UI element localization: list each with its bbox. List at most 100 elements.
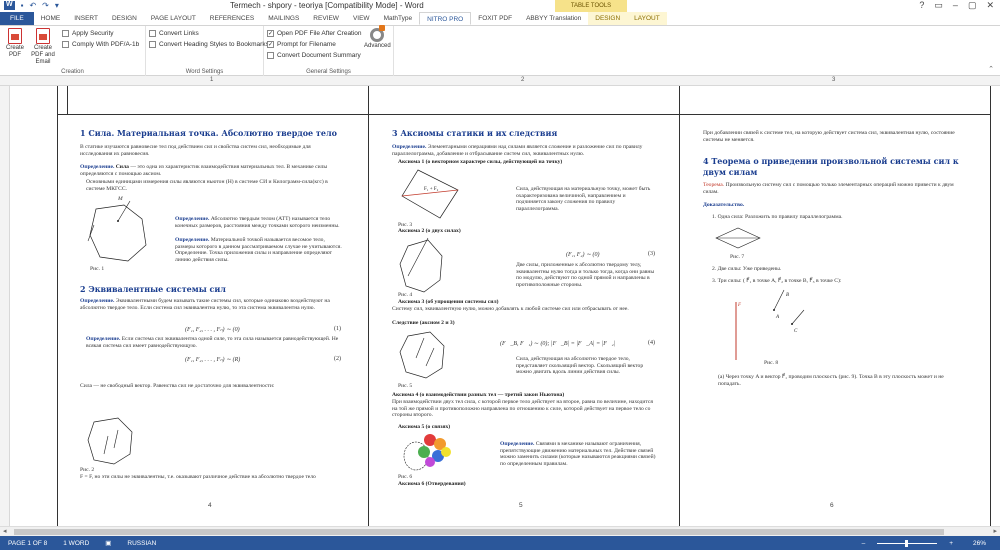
proofing-icon[interactable]: ▣	[97, 539, 119, 547]
figure-caption: Рис. 5	[398, 383, 413, 389]
paragraph: При добавлении связей к системе тел, на …	[703, 130, 965, 143]
section-heading-3: 3 Аксиомы статики и их следствия	[392, 128, 558, 138]
paragraph-text: F = F, но эти силы не эквивалентны, т.е.…	[80, 474, 316, 480]
create-pdf-label: Create PDF	[5, 45, 24, 58]
figure-caption: Рис. 8	[764, 360, 779, 366]
zoom-level[interactable]: 26%	[965, 540, 994, 547]
page-margin-mark	[67, 86, 68, 114]
advanced-label: Advanced	[364, 43, 391, 49]
paragraph: В статике изучаются равновесие тел под д…	[80, 144, 342, 157]
create-pdf-email-label: Create PDF and Email	[31, 45, 55, 65]
ribbon-tabs: FILE HOME INSERT DESIGN PAGE LAYOUT REFE…	[0, 12, 1000, 26]
figure-caption: Рис. 6	[398, 474, 413, 480]
convert-headings-label: Convert Heading Styles to Bookmarks	[159, 41, 269, 48]
tab-abbyy[interactable]: ABBYY Translation	[519, 12, 588, 25]
ribbon-display-icon[interactable]: ▭	[934, 0, 943, 11]
definition-label: Определение.	[175, 237, 210, 243]
figure-5	[399, 331, 445, 379]
convert-headings-checkbox[interactable]: Convert Heading Styles to Bookmarks	[149, 41, 269, 48]
word-count[interactable]: 1 WORD	[55, 540, 97, 547]
undo-icon[interactable]: ↶	[29, 1, 36, 10]
tab-page-layout[interactable]: PAGE LAYOUT	[144, 12, 203, 25]
theorem-label: Теорема.	[703, 182, 725, 188]
help-icon[interactable]: ?	[919, 0, 924, 11]
horizontal-ruler[interactable]: 1 2 3	[0, 76, 1000, 86]
comply-label: Comply With PDF/A-1b	[72, 41, 140, 48]
ruler-number: 1	[210, 77, 214, 83]
paragraph-text: Произвольную систему сил с помощью тольк…	[703, 182, 954, 195]
zoom-out-icon[interactable]: –	[854, 540, 874, 547]
paragraph: Основными единицами измерения силы являю…	[86, 179, 342, 192]
page-number: 6	[830, 502, 834, 509]
tab-insert[interactable]: INSERT	[67, 12, 105, 25]
proof-label: Доказательство.	[703, 202, 745, 208]
scroll-right-icon[interactable]: ▸	[993, 527, 997, 535]
tab-foxit-pdf[interactable]: FOXIT PDF	[471, 12, 519, 25]
equation-number: (3)	[648, 251, 655, 257]
paragraph: Сила — не свободный вектор. Равенства си…	[80, 383, 342, 390]
tab-nitro-pro[interactable]: NITRO PRO	[419, 12, 472, 25]
definition-label: Определение.	[500, 441, 535, 447]
redo-icon[interactable]: ↷	[42, 1, 49, 10]
language[interactable]: RUSSIAN	[119, 540, 164, 547]
tab-table-layout[interactable]: LAYOUT	[627, 12, 667, 25]
definition-label: Определение.	[392, 144, 427, 150]
page-number: 4	[208, 502, 212, 509]
minimize-icon[interactable]: –	[953, 0, 958, 11]
advanced-button[interactable]: Advanced	[364, 25, 391, 50]
paragraph-text: Две силы, приложенные к абсолютно твердо…	[516, 262, 655, 288]
tab-table-design[interactable]: DESIGN	[588, 12, 628, 25]
definition-label: Определение.	[175, 216, 210, 222]
tab-view[interactable]: VIEW	[346, 12, 377, 25]
fig8-label-a: A	[775, 315, 780, 320]
convert-summary-checkbox[interactable]: Convert Document Summary	[267, 52, 361, 59]
tab-file[interactable]: FILE	[0, 12, 34, 25]
axiom-3-text: Систему сил, эквивалентную нулю, можно д…	[392, 306, 654, 313]
scroll-thumb[interactable]	[14, 529, 944, 535]
open-pdf-checkbox[interactable]: ✓ Open PDF File After Creation	[267, 30, 362, 37]
section-heading-4: 4 Теорема о приведении произвольной сист…	[703, 156, 959, 177]
tab-references[interactable]: REFERENCES	[203, 12, 261, 25]
customize-icon[interactable]: ▾	[55, 1, 59, 10]
paragraph-text: Основными единицами измерения силы являю…	[86, 179, 328, 192]
tab-design[interactable]: DESIGN	[105, 12, 144, 25]
prompt-filename-checkbox[interactable]: ✓ Prompt for Filename	[267, 41, 336, 48]
maximize-icon[interactable]: ▢	[968, 0, 977, 11]
checkbox-box: ✓	[267, 41, 274, 48]
zoom-in-icon[interactable]: +	[941, 540, 961, 547]
paragraph-text: Если система сил эквивалентна одной силе…	[86, 336, 339, 349]
axiom-4-text: При взаимодействии двух тел сила, с кото…	[392, 399, 654, 419]
horizontal-scrollbar[interactable]: ◂ ▸	[0, 526, 1000, 536]
comply-pdfa-checkbox[interactable]: Comply With PDF/A-1b	[62, 41, 139, 48]
scroll-left-icon[interactable]: ◂	[3, 527, 7, 535]
convert-links-checkbox[interactable]: Convert Links	[149, 30, 199, 37]
equation-number: (2)	[334, 356, 341, 362]
figure-4	[399, 237, 443, 293]
tab-review[interactable]: REVIEW	[306, 12, 346, 25]
create-pdf-button[interactable]: Create PDF	[2, 28, 28, 59]
save-icon[interactable]: ▪	[21, 1, 24, 10]
checkbox-box	[62, 41, 69, 48]
zoom-slider[interactable]	[877, 539, 938, 547]
document-area[interactable]: 1 Сила. Материальная точка. Абсолютно тв…	[0, 86, 1000, 536]
tab-home[interactable]: HOME	[34, 12, 68, 25]
word-icon[interactable]: W	[4, 1, 15, 10]
title-bar: W ▪ ↶ ↷ ▾ Termech - shpory - teoriya [Co…	[0, 0, 1000, 12]
tab-mailings[interactable]: MAILINGS	[261, 12, 306, 25]
equation-number: (4)	[648, 340, 655, 346]
collapse-ribbon-icon[interactable]: ⌃	[988, 65, 994, 73]
create-pdf-email-button[interactable]: Create PDF and Email	[28, 28, 58, 66]
definition-label: Определение.	[80, 298, 115, 304]
close-icon[interactable]: ✕	[986, 0, 994, 11]
figure-8: F A B C	[735, 289, 805, 360]
axiom-3-heading: Аксиома 3 (об упрощении системы сил)	[398, 299, 499, 305]
apply-security-checkbox[interactable]: Apply Security	[62, 30, 114, 37]
page-count[interactable]: PAGE 1 OF 8	[0, 540, 55, 547]
definition-label: Определение.	[86, 336, 121, 342]
vertical-ruler[interactable]	[0, 86, 10, 536]
checkbox-box	[149, 41, 156, 48]
tab-mathtype[interactable]: MathType	[377, 12, 420, 25]
term: Сила	[115, 164, 129, 170]
open-pdf-label: Open PDF File After Creation	[277, 30, 362, 37]
list-item: 3. Три силы: ( F⃗₁ в точке A, F⃗₂ в точк…	[712, 278, 842, 284]
